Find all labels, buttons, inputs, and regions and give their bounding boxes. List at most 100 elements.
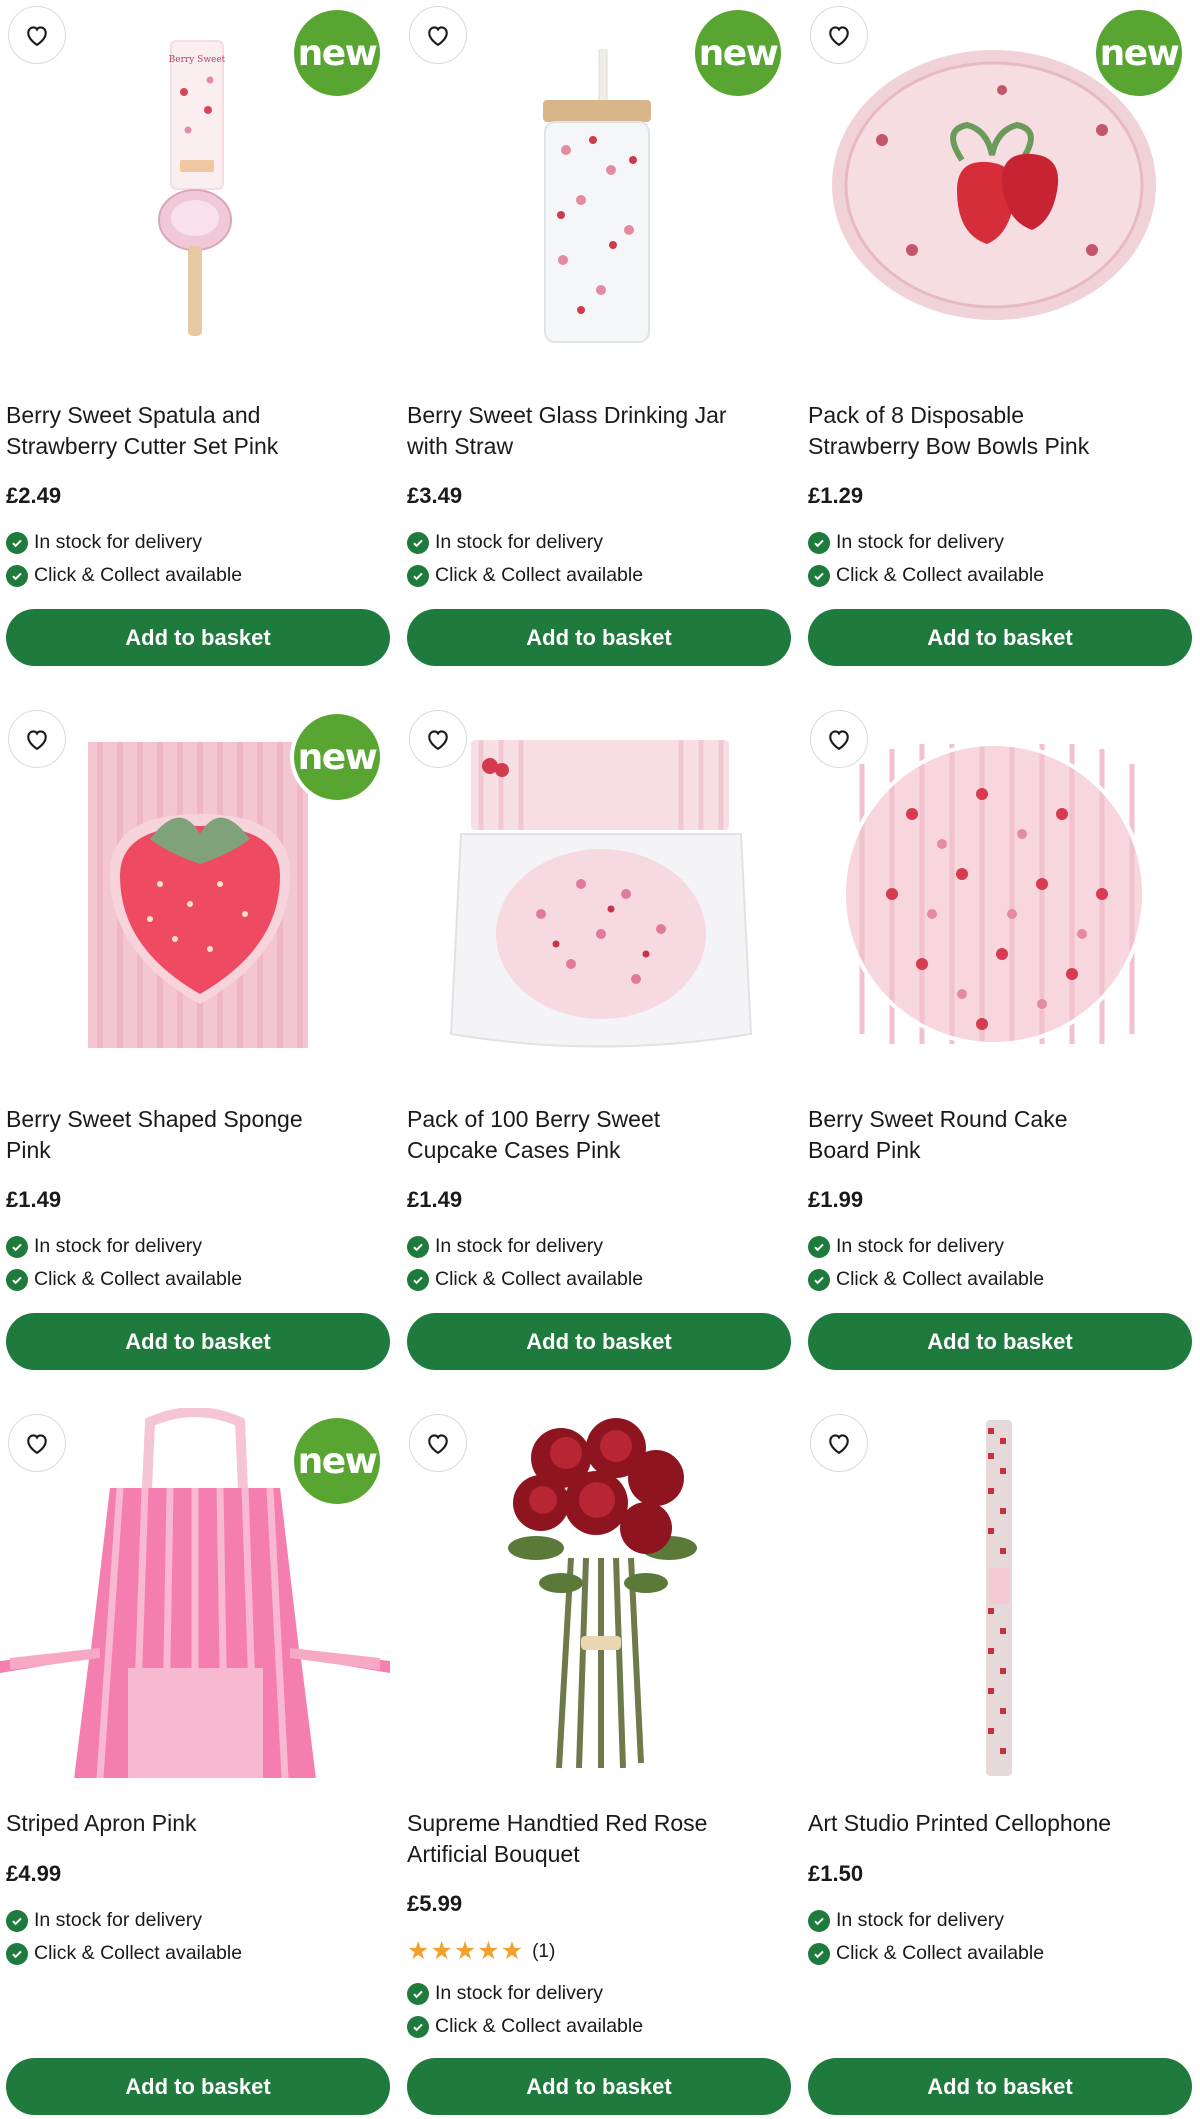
add-to-basket-button[interactable]: Add to basket [808, 2058, 1192, 2115]
stock-label: In stock for delivery [435, 1982, 603, 2004]
new-badge: new [294, 10, 380, 96]
stock-label: In stock for delivery [836, 1235, 1004, 1257]
wishlist-heart-button[interactable] [8, 710, 66, 768]
check-icon [407, 1982, 429, 2005]
add-to-basket-button[interactable]: Add to basket [407, 609, 791, 666]
add-to-basket-button[interactable]: Add to basket [407, 1313, 791, 1370]
stock-status: In stock for delivery [808, 1909, 1004, 1932]
star-icon: ★ [430, 1937, 453, 1965]
collect-label: Click & Collect available [34, 1942, 243, 1964]
product-price: £1.50 [808, 1861, 864, 1886]
product-title[interactable]: Berry Sweet Glass Drinking Jar with Stra… [407, 400, 787, 462]
product-title-line[interactable]: Pack of 8 Disposable [808, 400, 1188, 431]
product-title-line[interactable]: Berry Sweet Shaped Sponge [6, 1104, 386, 1135]
stock-label: In stock for delivery [435, 1235, 603, 1257]
collect-status: Click & Collect available [6, 1942, 242, 1965]
wishlist-heart-button[interactable] [409, 710, 467, 768]
check-icon [808, 1942, 830, 1965]
product-title[interactable]: Berry Sweet Spatula and Strawberry Cutte… [6, 400, 386, 462]
product-price: £1.99 [808, 1187, 864, 1212]
product-title-line[interactable]: Art Studio Printed Cellophone [808, 1808, 1188, 1839]
product-title-line[interactable]: Supreme Handtied Red Rose [407, 1808, 787, 1839]
heart-icon [27, 1434, 47, 1455]
product-title[interactable]: Art Studio Printed Cellophone [808, 1808, 1188, 1839]
product-title-line[interactable]: Board Pink [808, 1135, 1188, 1166]
product-image[interactable] [802, 704, 1192, 1074]
add-to-basket-button[interactable]: Add to basket [808, 1313, 1192, 1370]
product-card: Supreme Handtied Red Rose Artificial Bou… [401, 1408, 791, 2119]
star-rating[interactable]: ★ ★ ★ ★ ★ (1) [407, 1939, 555, 1964]
product-title[interactable]: Supreme Handtied Red Rose Artificial Bou… [407, 1808, 787, 1870]
check-icon [808, 1268, 830, 1291]
product-title-line[interactable]: Cupcake Cases Pink [407, 1135, 787, 1166]
product-title-line[interactable]: Strawberry Cutter Set Pink [6, 431, 386, 462]
stock-status: In stock for delivery [6, 1909, 202, 1932]
add-to-basket-button[interactable]: Add to basket [6, 609, 390, 666]
check-icon [808, 1235, 830, 1258]
product-title[interactable]: Berry Sweet Shaped Sponge Pink [6, 1104, 386, 1166]
product-title-line[interactable]: Artificial Bouquet [407, 1839, 787, 1870]
wishlist-heart-button[interactable] [409, 1414, 467, 1472]
product-title[interactable]: Pack of 100 Berry Sweet Cupcake Cases Pi… [407, 1104, 787, 1166]
wishlist-heart-button[interactable] [8, 6, 66, 64]
collect-label: Click & Collect available [34, 564, 243, 586]
product-card: new Pack of 8 Disposable Strawberry Bow … [802, 0, 1192, 670]
collect-status: Click & Collect available [808, 1942, 1044, 1965]
check-icon [6, 531, 28, 554]
collect-label: Click & Collect available [836, 1268, 1045, 1290]
product-image[interactable] [401, 1408, 791, 1778]
stock-status: In stock for delivery [6, 531, 202, 554]
stock-status: In stock for delivery [808, 531, 1004, 554]
product-price: £4.99 [6, 1861, 62, 1886]
add-to-basket-button[interactable]: Add to basket [808, 609, 1192, 666]
collect-label: Click & Collect available [435, 2015, 644, 2037]
stock-label: In stock for delivery [435, 531, 603, 553]
product-card: Pack of 100 Berry Sweet Cupcake Cases Pi… [401, 704, 791, 1374]
product-card: new Berry Sweet Glass Drinking Jar with … [401, 0, 791, 670]
collect-status: Click & Collect available [407, 2015, 643, 2038]
collect-status: Click & Collect available [808, 1268, 1044, 1291]
star-icon: ★ [477, 1937, 500, 1965]
product-image[interactable] [401, 704, 791, 1074]
product-title-line[interactable]: Berry Sweet Glass Drinking Jar [407, 400, 787, 431]
add-to-basket-button[interactable]: Add to basket [407, 2058, 791, 2115]
svg-text:Berry Sweet: Berry Sweet [169, 55, 226, 65]
check-icon [808, 564, 830, 587]
heart-icon [428, 730, 448, 751]
product-title[interactable]: Striped Apron Pink [6, 1808, 386, 1839]
add-to-basket-button[interactable]: Add to basket [6, 2058, 390, 2115]
product-image[interactable] [802, 1408, 1192, 1778]
collect-status: Click & Collect available [407, 564, 643, 587]
product-price: £2.49 [6, 483, 62, 508]
wishlist-heart-button[interactable] [810, 710, 868, 768]
wishlist-heart-button[interactable] [409, 6, 467, 64]
stock-status: In stock for delivery [407, 531, 603, 554]
stock-label: In stock for delivery [34, 1235, 202, 1257]
collect-status: Click & Collect available [808, 564, 1044, 587]
product-title-line[interactable]: Strawberry Bow Bowls Pink [808, 431, 1188, 462]
rating-count[interactable]: (1) [532, 1941, 555, 1963]
new-badge: new [294, 1418, 380, 1504]
product-title-line[interactable]: Striped Apron Pink [6, 1808, 386, 1839]
product-title[interactable]: Berry Sweet Round Cake Board Pink [808, 1104, 1188, 1166]
product-price: £1.49 [407, 1187, 463, 1212]
collect-label: Click & Collect available [435, 564, 644, 586]
product-title-line[interactable]: Berry Sweet Spatula and [6, 400, 386, 431]
heart-icon [428, 1434, 448, 1455]
product-title[interactable]: Pack of 8 Disposable Strawberry Bow Bowl… [808, 400, 1188, 462]
product-title-line[interactable]: Pack of 100 Berry Sweet [407, 1104, 787, 1135]
check-icon [407, 531, 429, 554]
add-to-basket-button[interactable]: Add to basket [6, 1313, 390, 1370]
check-icon [6, 1235, 28, 1258]
check-icon [407, 2015, 429, 2038]
wishlist-heart-button[interactable] [810, 6, 868, 64]
check-icon [407, 564, 429, 587]
heart-icon [829, 26, 849, 47]
product-title-line[interactable]: Berry Sweet Round Cake [808, 1104, 1188, 1135]
wishlist-heart-button[interactable] [810, 1414, 868, 1472]
product-title-line[interactable]: Pink [6, 1135, 386, 1166]
product-title-line[interactable]: with Straw [407, 431, 787, 462]
product-price: £3.49 [407, 483, 463, 508]
collect-status: Click & Collect available [6, 564, 242, 587]
wishlist-heart-button[interactable] [8, 1414, 66, 1472]
